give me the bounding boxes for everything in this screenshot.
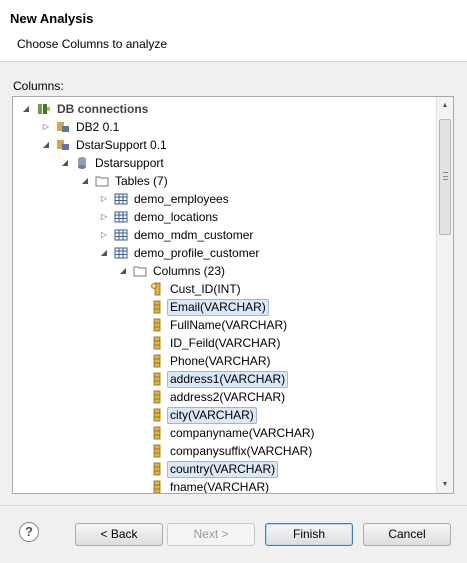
dialog-title: New Analysis xyxy=(10,11,94,26)
folder-icon xyxy=(95,174,109,188)
vertical-scrollbar[interactable]: ▲ ▼ xyxy=(436,97,453,493)
collapse-arrow-icon[interactable]: ◢ xyxy=(21,100,31,118)
tree-node-column[interactable]: Phone(VARCHAR) xyxy=(13,352,433,370)
tree-label: country(VARCHAR) xyxy=(167,461,279,478)
column-icon xyxy=(150,336,164,350)
tree-label: ID_Feild(VARCHAR) xyxy=(170,336,281,350)
tree-node-table[interactable]: ▷ demo_mdm_customer xyxy=(13,226,433,244)
tree-label: demo_employees xyxy=(134,192,229,206)
tree-label: city(VARCHAR) xyxy=(167,407,257,424)
table-icon xyxy=(114,246,128,260)
tree-node-schema[interactable]: ◢ Dstarsupport xyxy=(13,154,433,172)
tree-label: FullName(VARCHAR) xyxy=(170,318,288,332)
tree-node-columns[interactable]: ◢ Columns (23) xyxy=(13,262,433,280)
dialog-header: New Analysis Choose Columns to analyze xyxy=(0,0,467,62)
tree-label: DB2 0.1 xyxy=(76,120,120,134)
dialog-subtitle: Choose Columns to analyze xyxy=(17,37,168,51)
tree-label: demo_locations xyxy=(134,210,219,224)
tree-node-table[interactable]: ▷ demo_locations xyxy=(13,208,433,226)
tree-node-column[interactable]: companysuffix(VARCHAR) xyxy=(13,442,433,460)
tree-node-db2[interactable]: ▷ DB2 0.1 xyxy=(13,118,433,136)
tree-label: DB connections xyxy=(57,102,149,116)
database-connection-icon xyxy=(56,138,70,152)
schema-icon xyxy=(75,156,89,170)
tree-node-table[interactable]: ▷ demo_employees xyxy=(13,190,433,208)
tree-label: address2(VARCHAR) xyxy=(170,390,286,404)
tree-node-column[interactable]: companyname(VARCHAR) xyxy=(13,424,433,442)
columns-label: Columns: xyxy=(13,79,64,93)
tree-node-table[interactable]: ◢ demo_profile_customer xyxy=(13,244,433,262)
collapse-arrow-icon[interactable]: ◢ xyxy=(80,172,90,190)
tree-label: Dstarsupport xyxy=(95,156,164,170)
tree-node-tables[interactable]: ◢ Tables (7) xyxy=(13,172,433,190)
scroll-up-arrow-icon[interactable]: ▲ xyxy=(437,97,453,114)
tree-label: demo_profile_customer xyxy=(134,246,260,260)
tree-label: Tables (7) xyxy=(115,174,168,188)
tree-label: demo_mdm_customer xyxy=(134,228,254,242)
column-tree[interactable]: ◢ DB connections ▷ DB2 0.1 ◢ DstarSuppor… xyxy=(12,96,454,494)
column-icon xyxy=(150,408,164,422)
expand-arrow-icon[interactable]: ▷ xyxy=(99,190,109,208)
folder-icon xyxy=(133,264,147,278)
column-icon xyxy=(150,390,164,404)
table-icon xyxy=(114,192,128,206)
tree-label: Phone(VARCHAR) xyxy=(170,354,271,368)
expand-arrow-icon[interactable]: ▷ xyxy=(41,118,51,136)
column-icon xyxy=(150,354,164,368)
column-icon xyxy=(150,480,164,493)
tree-node-column[interactable]: Email(VARCHAR) xyxy=(13,298,433,316)
column-icon xyxy=(150,318,164,332)
tree-label: address1(VARCHAR) xyxy=(167,371,289,388)
column-icon xyxy=(150,300,164,314)
tree-node-column[interactable]: address2(VARCHAR) xyxy=(13,388,433,406)
tree-node-column[interactable]: FullName(VARCHAR) xyxy=(13,316,433,334)
tree-label: companyname(VARCHAR) xyxy=(170,426,315,440)
collapse-arrow-icon[interactable]: ◢ xyxy=(99,244,109,262)
tree-label: Columns (23) xyxy=(153,264,226,278)
db-connections-icon xyxy=(37,102,51,116)
column-icon xyxy=(150,444,164,458)
cancel-button[interactable]: Cancel xyxy=(363,523,451,546)
tree-node-column[interactable]: fname(VARCHAR) xyxy=(13,478,433,494)
collapse-arrow-icon[interactable]: ◢ xyxy=(60,154,70,172)
collapse-arrow-icon[interactable]: ◢ xyxy=(118,262,128,280)
tree-node-column[interactable]: address1(VARCHAR) xyxy=(13,370,433,388)
help-button[interactable]: ? xyxy=(19,522,39,542)
tree-label: companysuffix(VARCHAR) xyxy=(170,444,313,458)
column-icon xyxy=(150,462,164,476)
finish-button[interactable]: Finish xyxy=(265,523,353,546)
collapse-arrow-icon[interactable]: ◢ xyxy=(41,136,51,154)
tree-node-column[interactable]: city(VARCHAR) xyxy=(13,406,433,424)
column-icon xyxy=(150,372,164,386)
expand-arrow-icon[interactable]: ▷ xyxy=(99,226,109,244)
primary-key-column-icon xyxy=(150,282,164,296)
back-button[interactable]: < Back xyxy=(75,523,163,546)
tree-label: fname(VARCHAR) xyxy=(170,480,270,494)
expand-arrow-icon[interactable]: ▷ xyxy=(99,208,109,226)
tree-label: DstarSupport 0.1 xyxy=(76,138,167,152)
column-icon xyxy=(150,426,164,440)
grip-icon xyxy=(443,172,448,180)
tree-node-db-connections[interactable]: ◢ DB connections xyxy=(13,100,433,118)
database-connection-icon xyxy=(56,120,70,134)
scrollbar-thumb[interactable] xyxy=(439,119,451,235)
tree-label: Cust_ID(INT) xyxy=(170,282,241,296)
next-button[interactable]: Next > xyxy=(167,523,255,546)
footer-divider xyxy=(0,505,467,506)
tree-node-dstarsupport[interactable]: ◢ DstarSupport 0.1 xyxy=(13,136,433,154)
tree-label: Email(VARCHAR) xyxy=(167,299,269,316)
table-icon xyxy=(114,210,128,224)
scroll-down-arrow-icon[interactable]: ▼ xyxy=(437,476,453,493)
table-icon xyxy=(114,228,128,242)
tree-node-column[interactable]: country(VARCHAR) xyxy=(13,460,433,478)
tree-node-column[interactable]: Cust_ID(INT) xyxy=(13,280,433,298)
tree-node-column[interactable]: ID_Feild(VARCHAR) xyxy=(13,334,433,352)
